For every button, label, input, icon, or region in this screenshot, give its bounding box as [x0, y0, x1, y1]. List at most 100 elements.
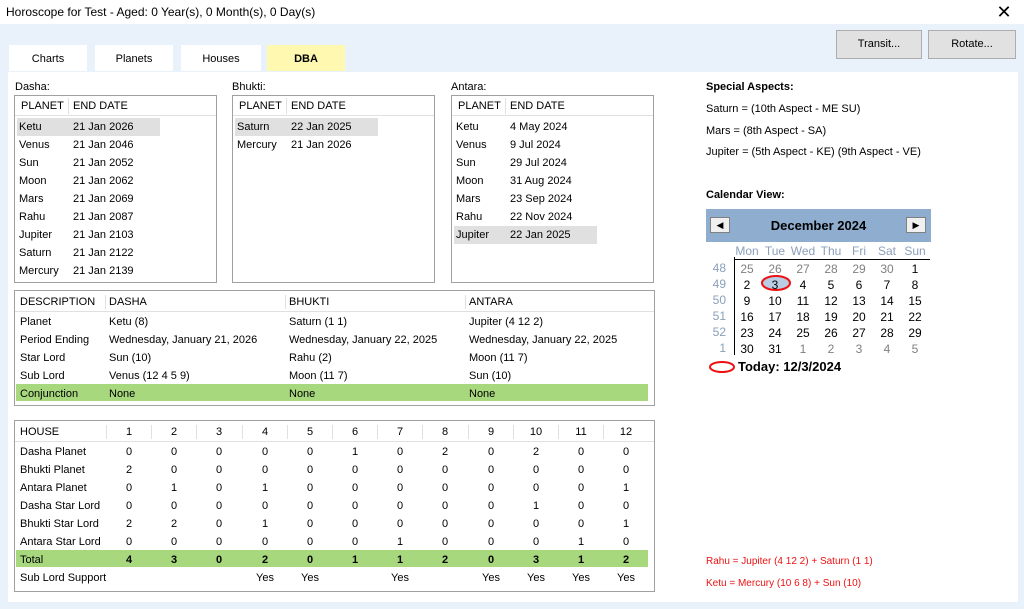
calendar-day[interactable]: 28	[818, 261, 844, 277]
transit-button[interactable]: Transit...	[836, 30, 922, 59]
dasha-list[interactable]: PLANET END DATE Ketu 21 Jan 2026 Venus 21 J…	[14, 95, 217, 283]
calendar-day[interactable]: 20	[846, 309, 872, 325]
calendar-day[interactable]: 27	[846, 325, 872, 341]
close-icon[interactable]: ✕	[994, 1, 1014, 23]
house-cell: 0	[441, 500, 449, 512]
list-item[interactable]: Ketu 21 Jan 2026	[17, 118, 160, 136]
tab-houses[interactable]: Houses	[180, 44, 262, 72]
calendar-day[interactable]: 2	[734, 277, 760, 293]
list-item[interactable]: Mercury 21 Jan 2026	[235, 136, 378, 154]
next-month-icon[interactable]: ▶	[906, 217, 926, 233]
antara-list[interactable]: PLANET END DATE Ketu 4 May 2024 Venus 9 Jul…	[451, 95, 654, 283]
house-cell: 0	[261, 500, 269, 512]
calendar-day[interactable]: 14	[874, 293, 900, 309]
calendar-day[interactable]: 9	[734, 293, 760, 309]
list-item[interactable]: Rahu 21 Jan 2087	[17, 208, 160, 226]
today-link[interactable]: Today: 12/3/2024	[738, 359, 841, 374]
calendar-day[interactable]: 27	[790, 261, 816, 277]
list-item[interactable]: Mercury 21 Jan 2139	[17, 262, 160, 280]
list-item[interactable]: Moon 31 Aug 2024	[454, 172, 597, 190]
calendar-day[interactable]: 19	[818, 309, 844, 325]
day-name: Sun	[904, 244, 926, 258]
tab-charts[interactable]: Charts	[8, 44, 88, 72]
calendar-day[interactable]: 25	[790, 325, 816, 341]
calendar-day[interactable]: 16	[734, 309, 760, 325]
calendar-day[interactable]: 29	[902, 325, 928, 341]
calendar-day[interactable]: 17	[762, 309, 788, 325]
calendar-day[interactable]: 24	[762, 325, 788, 341]
house-cell: 0	[306, 500, 314, 512]
calendar-day[interactable]: 3	[762, 277, 788, 293]
list-item[interactable]: Moon 21 Jan 2062	[17, 172, 160, 190]
column-divider	[603, 425, 604, 439]
list-item[interactable]: Ketu 4 May 2024	[454, 118, 597, 136]
list-item[interactable]: Venus 21 Jan 2046	[17, 136, 160, 154]
list-item[interactable]: Venus 9 Jul 2024	[454, 136, 597, 154]
house-cell: 0	[306, 518, 314, 530]
list-item[interactable]: Mars 23 Sep 2024	[454, 190, 597, 208]
end-date-cell: 21 Jan 2087	[73, 211, 134, 223]
column-divider	[196, 425, 197, 439]
calendar-day[interactable]: 6	[846, 277, 872, 293]
column-header: DASHA	[109, 296, 147, 308]
calendar-day[interactable]: 11	[790, 293, 816, 309]
house-cell: 0	[351, 518, 359, 530]
house-cell: 0	[306, 446, 314, 458]
house-cell: 0	[441, 518, 449, 530]
house-cell: 0	[396, 446, 404, 458]
calendar-day[interactable]: 22	[902, 309, 928, 325]
list-item[interactable]: Jupiter 22 Jan 2025	[454, 226, 597, 244]
calendar-day[interactable]: 1	[790, 341, 816, 357]
calendar-day[interactable]: 18	[790, 309, 816, 325]
house-cell: 0	[215, 536, 223, 548]
calendar-day[interactable]: 5	[902, 341, 928, 357]
calendar-day[interactable]: 21	[874, 309, 900, 325]
calendar-day[interactable]: 26	[818, 325, 844, 341]
house-cell: 0	[215, 464, 223, 476]
calendar-day[interactable]: 26	[762, 261, 788, 277]
bhukti-list[interactable]: PLANET END DATE Saturn 22 Jan 2025 Mercury…	[232, 95, 435, 283]
title-bar: Horoscope for Test - Aged: 0 Year(s), 0 …	[0, 0, 1024, 24]
calendar-day[interactable]: 23	[734, 325, 760, 341]
tab-dba[interactable]: DBA	[266, 44, 346, 72]
calendar-day[interactable]: 13	[846, 293, 872, 309]
calendar-day[interactable]: 30	[734, 341, 760, 357]
list-item[interactable]: Saturn 22 Jan 2025	[235, 118, 378, 136]
rotate-button[interactable]: Rotate...	[928, 30, 1016, 59]
list-item[interactable]: Jupiter 21 Jan 2103	[17, 226, 160, 244]
planet-cell: Venus	[19, 139, 50, 151]
calendar-day[interactable]: 30	[874, 261, 900, 277]
calendar-month: December 2024	[770, 218, 867, 233]
calendar-day[interactable]: 4	[874, 341, 900, 357]
end-date-cell: 23 Sep 2024	[510, 193, 573, 205]
tab-planets[interactable]: Planets	[94, 44, 174, 72]
calendar-day[interactable]: 15	[902, 293, 928, 309]
house-cell: 1	[577, 554, 585, 566]
calendar-day[interactable]: 7	[874, 277, 900, 293]
calendar-day[interactable]: 2	[818, 341, 844, 357]
house-cell: 0	[622, 464, 630, 476]
calendar-day[interactable]: 12	[818, 293, 844, 309]
calendar-day[interactable]: 3	[846, 341, 872, 357]
calendar-day[interactable]: 31	[762, 341, 788, 357]
calendar-day[interactable]: 25	[734, 261, 760, 277]
calendar-day[interactable]: 5	[818, 277, 844, 293]
list-item[interactable]: Rahu 22 Nov 2024	[454, 208, 597, 226]
calendar-day[interactable]: 28	[874, 325, 900, 341]
house-cell: 0	[577, 464, 585, 476]
calendar-day[interactable]: 1	[902, 261, 928, 277]
calendar-day[interactable]: 29	[846, 261, 872, 277]
end-date-cell: 21 Jan 2046	[73, 139, 134, 151]
list-item[interactable]: Sun 21 Jan 2052	[17, 154, 160, 172]
house-cell: 0	[125, 536, 133, 548]
end-date-cell: 21 Jan 2052	[73, 157, 134, 169]
list-item[interactable]: Mars 21 Jan 2069	[17, 190, 160, 208]
list-item[interactable]: Saturn 21 Jan 2122	[17, 244, 160, 262]
calendar-day[interactable]: 4	[790, 277, 816, 293]
calendar-day[interactable]: 10	[762, 293, 788, 309]
list-item[interactable]: Sun 29 Jul 2024	[454, 154, 597, 172]
today-marker-icon	[709, 361, 735, 373]
week-number: 50	[712, 293, 726, 307]
house-cell: 0	[487, 446, 495, 458]
calendar-day[interactable]: 8	[902, 277, 928, 293]
